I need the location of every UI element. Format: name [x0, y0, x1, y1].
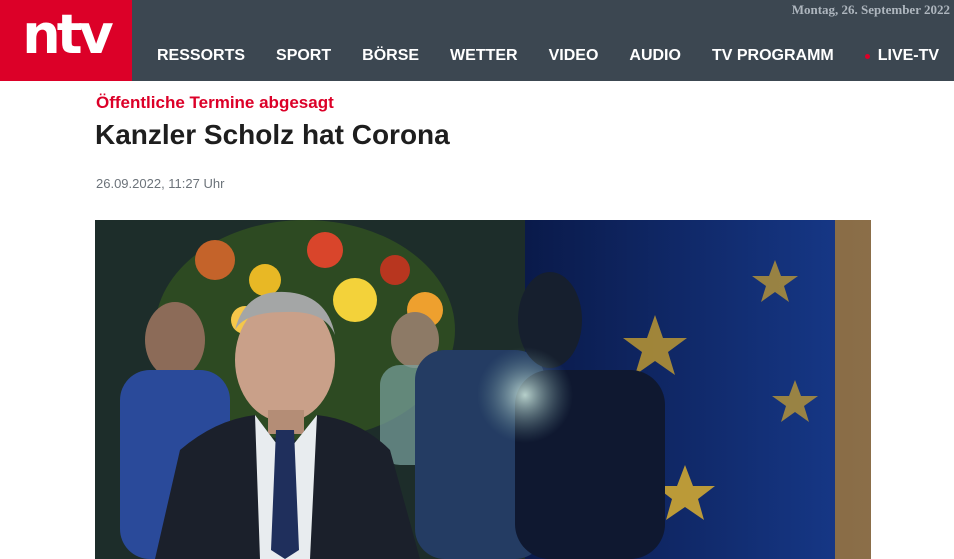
nav-item-video[interactable]: VIDEO [549, 47, 599, 65]
nav-item-boerse[interactable]: BÖRSE [362, 47, 419, 65]
live-tv-label: LIVE-TV [877, 47, 940, 64]
nav-item-wetter[interactable]: WETTER [450, 47, 518, 65]
nav-item-ressorts[interactable]: RESSORTS [157, 47, 245, 65]
main-nav: RESSORTS SPORT BÖRSE WETTER VIDEO AUDIO … [141, 44, 939, 68]
current-date: Montag, 26. September 2022 [791, 2, 950, 17]
logo-text: ntv [22, 2, 113, 66]
article-timestamp: 26.09.2022, 11:27 Uhr [96, 176, 225, 191]
article-headline[interactable]: Kanzler Scholz hat Corona [95, 119, 450, 151]
top-navigation-bar: ntv Montag, 26. September 2022 RESSORTS … [0, 0, 954, 81]
nav-item-sport[interactable]: SPORT [276, 47, 331, 65]
article-kicker[interactable]: Öffentliche Termine abgesagt [96, 93, 334, 113]
nav-item-live-tv[interactable]: LIVE-TV [864, 47, 940, 65]
hero-photo-illustration [95, 220, 871, 559]
article-hero-image[interactable] [95, 220, 871, 559]
live-dot-icon [864, 53, 870, 59]
ntv-logo[interactable]: ntv [0, 0, 132, 81]
nav-item-tv-programm[interactable]: TV PROGRAMM [712, 47, 834, 65]
nav-item-audio[interactable]: AUDIO [629, 47, 681, 65]
